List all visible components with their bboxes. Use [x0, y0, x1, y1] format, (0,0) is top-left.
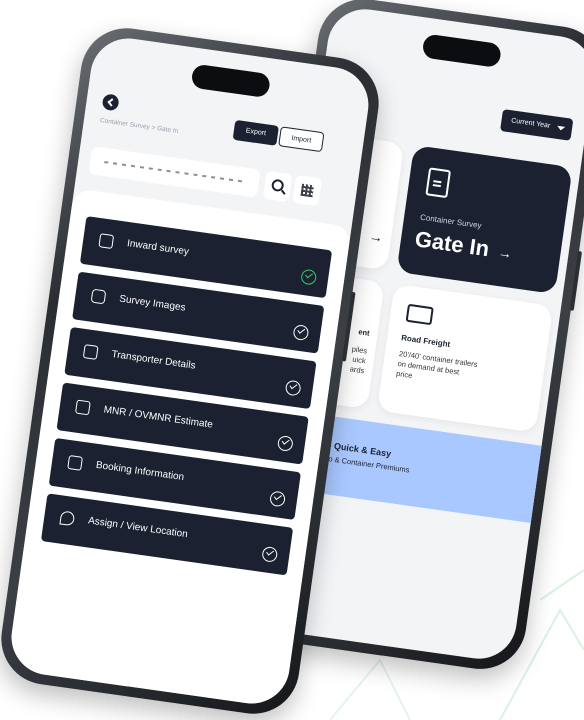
year-select-label: Current Year: [510, 117, 551, 130]
scan-button[interactable]: [292, 174, 323, 207]
gate-in-card[interactable]: Container Survey Gate In →: [396, 145, 573, 295]
menu-item-label: Survey Images: [118, 293, 187, 314]
tab-export[interactable]: Export: [232, 119, 279, 146]
location-pin-icon: [59, 510, 76, 527]
road-freight-title: Road Freight: [400, 333, 451, 349]
year-select[interactable]: Current Year: [499, 109, 574, 141]
qr-scan-icon: [300, 183, 315, 198]
search-button[interactable]: [262, 170, 293, 203]
truck-icon: [82, 344, 99, 360]
document-icon: [67, 454, 83, 471]
check-circle-icon: [276, 435, 294, 452]
check-circle-icon: [300, 268, 318, 286]
arrow-right-icon: →: [368, 227, 385, 246]
document-icon: [425, 167, 452, 199]
road-freight-card[interactable]: Road Freight 20'/40' container trailers …: [376, 283, 554, 433]
check-circle-icon: [284, 379, 302, 397]
container-search-input[interactable]: [88, 146, 261, 198]
input-placeholder-dashes: [104, 161, 244, 183]
check-circle-icon: [261, 545, 279, 563]
tab-import[interactable]: Import: [278, 126, 325, 153]
survey-menu: Inward survey Survey Images Transporter De…: [40, 216, 333, 583]
menu-item-label: Booking Information: [95, 459, 185, 484]
breadcrumb: Container Survey > Gate In: [99, 117, 179, 135]
search-icon: [270, 178, 285, 193]
chevron-down-icon: [556, 125, 566, 131]
card-line: ards: [349, 364, 365, 376]
menu-item-label: Inward survey: [126, 238, 190, 258]
login-icon: [98, 233, 115, 249]
check-circle-icon: [292, 324, 310, 342]
back-button[interactable]: [101, 93, 120, 112]
arrow-right-icon: →: [497, 243, 514, 262]
gate-in-title: Gate In: [413, 226, 491, 262]
menu-item-label: Assign / View Location: [87, 515, 189, 541]
card-title: ent: [357, 327, 371, 338]
estimate-icon: [74, 399, 91, 416]
menu-item-label: MNR / OVMNR Estimate: [102, 404, 214, 431]
truck-icon: [405, 303, 434, 326]
road-freight-description: 20'/40' container trailers on demand at …: [395, 349, 479, 381]
camera-icon: [90, 288, 107, 305]
dynamic-island: [190, 63, 272, 99]
dynamic-island: [421, 33, 503, 69]
check-circle-icon: [269, 490, 287, 508]
menu-item-label: Transporter Details: [110, 348, 197, 372]
